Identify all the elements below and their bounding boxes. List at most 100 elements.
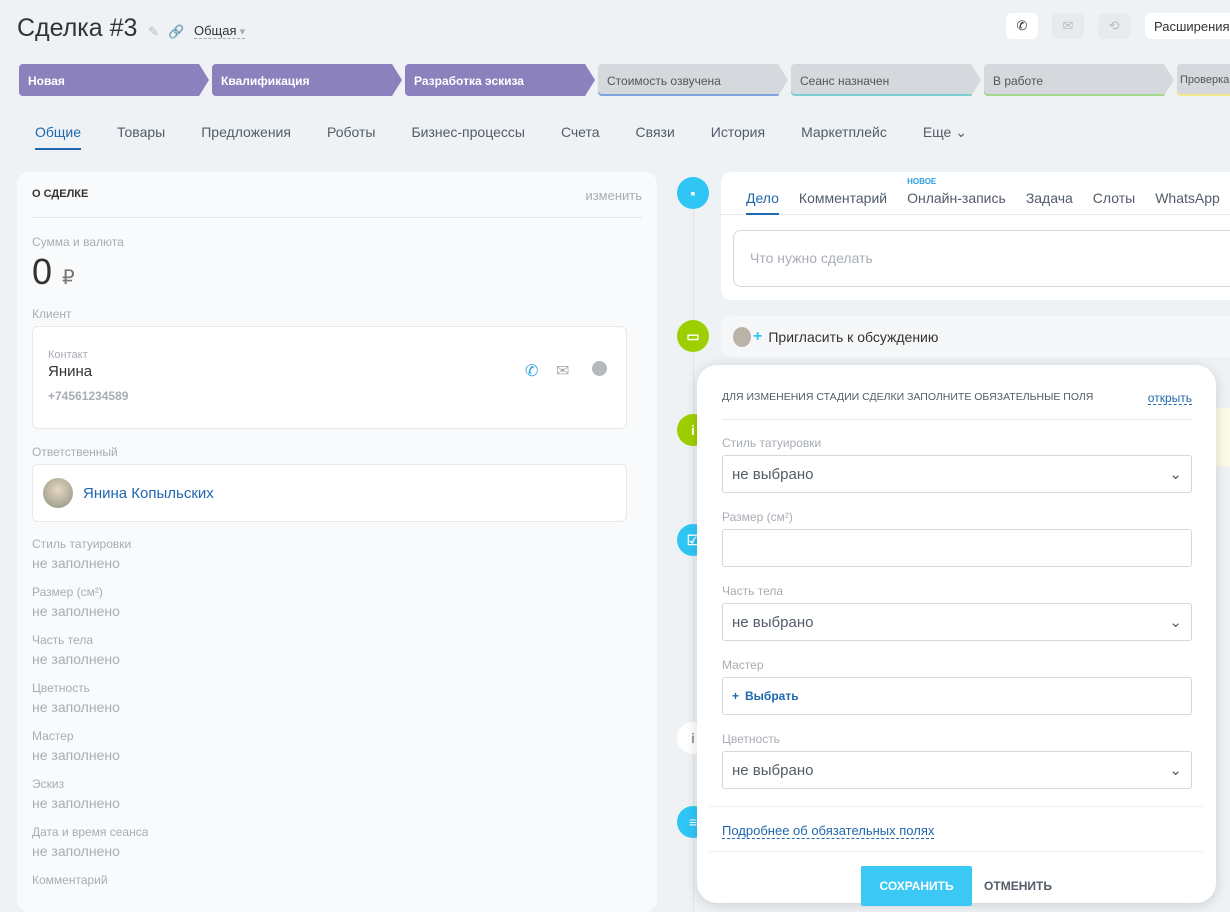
tab-online-booking[interactable]: НОВОЕ Онлайн-запись xyxy=(907,177,1006,214)
tab-robots[interactable]: Роботы xyxy=(327,124,375,150)
todo-input[interactable]: Что нужно сделать xyxy=(733,230,1230,287)
popup-title: ДЛЯ ИЗМЕНЕНИЯ СТАДИИ СДЕЛКИ ЗАПОЛНИТЕ ОБ… xyxy=(722,391,1094,403)
field-label: Размер (см²) xyxy=(32,585,103,599)
field-label: Стиль татуировки xyxy=(32,537,132,551)
save-button[interactable]: СОХРАНИТЬ xyxy=(861,866,973,906)
edit-link[interactable]: изменить xyxy=(585,188,642,217)
tab-links[interactable]: Связи xyxy=(636,124,675,150)
body-select[interactable]: не выбрано ⌄ xyxy=(722,603,1192,641)
tab-task-case[interactable]: Дело xyxy=(746,190,779,215)
stage-1[interactable]: Квалификация xyxy=(212,64,402,96)
tabs: Общие Товары Предложения Роботы Бизнес-п… xyxy=(35,124,967,150)
deal-field: Стиль татуировки не заполнено xyxy=(32,537,642,571)
pencil-icon[interactable]: ✎ xyxy=(148,24,159,40)
panel-title: О СДЕЛКЕ xyxy=(32,188,89,200)
body-value: не выбрано xyxy=(732,613,814,631)
master-select-label: Выбрать xyxy=(745,689,799,703)
page-title: Сделка #3 xyxy=(17,14,138,42)
tab-invoices[interactable]: Счета xyxy=(561,124,600,150)
deal-field: Цветность не заполнено xyxy=(32,681,642,715)
phone-icon[interactable]: ✆ xyxy=(1006,13,1038,39)
chevron-down-icon: ⌄ xyxy=(1169,614,1182,631)
field-value: не заполнено xyxy=(32,651,120,667)
deal-field: Размер (см²) не заполнено xyxy=(32,585,642,619)
sum-value: 0 xyxy=(32,251,53,292)
stage-0[interactable]: Новая xyxy=(19,64,209,96)
required-fields-help-link[interactable]: Подробнее об обязательных полях xyxy=(722,823,935,839)
tab-history[interactable]: История xyxy=(711,124,765,150)
deal-field: Комментарий xyxy=(32,873,642,887)
tab-products[interactable]: Товары xyxy=(117,124,165,150)
tab-more[interactable]: Еще ⌄ xyxy=(923,124,967,150)
tab-comment[interactable]: Комментарий xyxy=(799,190,887,214)
client-label: Клиент xyxy=(32,307,72,321)
comment-icon: ▭ xyxy=(677,320,709,352)
open-link[interactable]: открыть xyxy=(1147,391,1192,405)
responsible-name[interactable]: Янина Копыльских xyxy=(83,485,214,502)
chat-icon[interactable]: ⟲ xyxy=(1098,13,1130,39)
call-icon[interactable]: ✆ xyxy=(525,361,538,381)
timeline-item-edge xyxy=(1216,408,1230,466)
responsible-card: Янина Копыльских xyxy=(32,464,627,522)
category-select[interactable]: Общая xyxy=(194,23,246,39)
color-select[interactable]: не выбрано ⌄ xyxy=(722,751,1192,789)
mail-icon[interactable]: ✉ xyxy=(556,361,569,381)
color-value: не выбрано xyxy=(732,761,814,779)
new-badge: НОВОЕ xyxy=(907,177,937,186)
deal-field: Часть тела не заполнено xyxy=(32,633,642,667)
deal-field: Эскиз не заполнено xyxy=(32,777,642,811)
cancel-button[interactable]: ОТМЕНИТЬ xyxy=(984,866,1052,906)
field-label: Дата и время сеанса xyxy=(32,825,149,839)
field-label: Эскиз xyxy=(32,777,65,791)
tab-task[interactable]: Задача xyxy=(1026,190,1073,214)
style-label: Стиль татуировки xyxy=(722,436,822,450)
tab-general[interactable]: Общие xyxy=(35,124,82,150)
field-value: не заполнено xyxy=(32,555,120,571)
deal-field: Мастер не заполнено xyxy=(32,729,642,763)
tab-marketplace[interactable]: Маркетплейс xyxy=(801,124,887,150)
field-value: не заполнено xyxy=(32,699,120,715)
stage-6[interactable]: Проверка xyxy=(1177,64,1230,96)
field-label: Цветность xyxy=(32,681,90,695)
chat-icon[interactable] xyxy=(592,361,607,376)
tab-label: Онлайн-запись xyxy=(907,190,1006,206)
field-label: Часть тела xyxy=(32,633,94,647)
style-value: не выбрано xyxy=(732,465,814,483)
activity-icon: ▪ xyxy=(677,177,709,209)
tab-whatsapp[interactable]: WhatsApp xyxy=(1155,190,1220,214)
extensions-button[interactable]: Расширения xyxy=(1145,13,1230,39)
stage-4[interactable]: Сеанс назначен xyxy=(791,64,981,96)
field-value: не заполнено xyxy=(32,843,120,859)
activity-editor: Дело Комментарий НОВОЕ Онлайн-запись Зада… xyxy=(721,172,1230,300)
stage-2[interactable]: Разработка эскиза xyxy=(405,64,595,96)
deal-info-panel: О СДЕЛКЕ изменить Сумма и валюта 0 ₽ Кли… xyxy=(17,172,657,912)
link-icon[interactable]: 🔗 xyxy=(168,24,184,40)
contact-phone[interactable]: +74561234589 xyxy=(48,389,611,403)
stage-5[interactable]: В работе xyxy=(984,64,1174,96)
contact-label: Контакт xyxy=(48,349,88,361)
currency: ₽ xyxy=(62,267,75,289)
field-value: не заполнено xyxy=(32,603,120,619)
tab-slots[interactable]: Слоты xyxy=(1093,190,1135,214)
chevron-down-icon: ⌄ xyxy=(1169,466,1182,483)
tab-more-label: Еще xyxy=(922,124,952,140)
field-value: не заполнено xyxy=(32,747,120,763)
master-label: Мастер xyxy=(722,658,764,672)
chevron-down-icon: ⌄ xyxy=(955,124,967,140)
tab-offers[interactable]: Предложения xyxy=(201,124,291,150)
required-fields-popup: ДЛЯ ИЗМЕНЕНИЯ СТАДИИ СДЕЛКИ ЗАПОЛНИТЕ ОБ… xyxy=(697,365,1216,906)
responsible-label: Ответственный xyxy=(32,445,118,459)
size-input[interactable] xyxy=(722,529,1192,567)
stage-3[interactable]: Стоимость озвучена xyxy=(598,64,788,96)
mail-icon[interactable]: ✉ xyxy=(1052,13,1084,39)
color-label: Цветность xyxy=(722,732,780,746)
style-select[interactable]: не выбрано ⌄ xyxy=(722,455,1192,493)
field-label: Комментарий xyxy=(32,873,108,887)
master-select[interactable]: + Выбрать xyxy=(722,677,1192,715)
deal-field: Дата и время сеанса не заполнено xyxy=(32,825,642,859)
tab-bp[interactable]: Бизнес-процессы xyxy=(411,124,524,150)
sum-label: Сумма и валюта xyxy=(32,235,124,249)
avatar xyxy=(733,326,751,347)
invite-bar[interactable]: + Пригласить к обсуждению xyxy=(721,316,1230,357)
field-value: не заполнено xyxy=(32,795,120,811)
